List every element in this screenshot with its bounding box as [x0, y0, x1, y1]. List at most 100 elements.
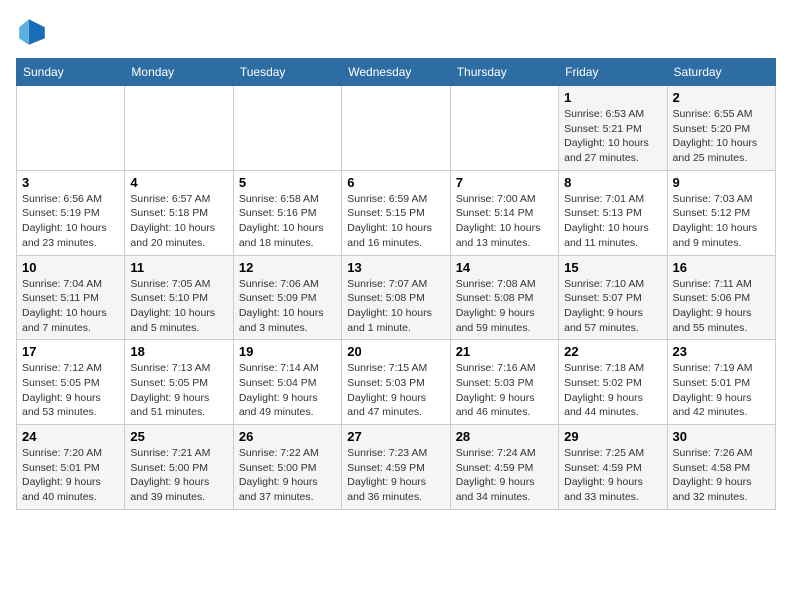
calendar-cell [125, 86, 233, 171]
day-number: 6 [347, 175, 444, 190]
weekday-header-monday: Monday [125, 59, 233, 86]
day-info: Sunrise: 6:55 AM Sunset: 5:20 PM Dayligh… [673, 107, 770, 166]
calendar-week-2: 10 Sunrise: 7:04 AM Sunset: 5:11 PM Dayli… [17, 255, 776, 340]
day-info: Sunrise: 6:58 AM Sunset: 5:16 PM Dayligh… [239, 192, 336, 251]
calendar-header: SundayMondayTuesdayWednesdayThursdayFrid… [17, 59, 776, 86]
day-number: 7 [456, 175, 553, 190]
day-number: 10 [22, 260, 119, 275]
day-number: 25 [130, 429, 227, 444]
calendar-cell: 9 Sunrise: 7:03 AM Sunset: 5:12 PM Daylig… [667, 170, 775, 255]
day-info: Sunrise: 7:05 AM Sunset: 5:10 PM Dayligh… [130, 277, 227, 336]
weekday-header-saturday: Saturday [667, 59, 775, 86]
weekday-header-thursday: Thursday [450, 59, 558, 86]
day-info: Sunrise: 7:06 AM Sunset: 5:09 PM Dayligh… [239, 277, 336, 336]
day-info: Sunrise: 7:03 AM Sunset: 5:12 PM Dayligh… [673, 192, 770, 251]
weekday-header-sunday: Sunday [17, 59, 125, 86]
calendar-cell: 3 Sunrise: 6:56 AM Sunset: 5:19 PM Daylig… [17, 170, 125, 255]
calendar-cell: 13 Sunrise: 7:07 AM Sunset: 5:08 PM Dayli… [342, 255, 450, 340]
day-number: 28 [456, 429, 553, 444]
day-number: 19 [239, 344, 336, 359]
day-number: 17 [22, 344, 119, 359]
day-info: Sunrise: 7:12 AM Sunset: 5:05 PM Dayligh… [22, 361, 119, 420]
calendar-cell: 4 Sunrise: 6:57 AM Sunset: 5:18 PM Daylig… [125, 170, 233, 255]
calendar-cell: 8Sunrise: 7:01 AM Sunset: 5:13 PM Daylig… [559, 170, 667, 255]
calendar-cell: 26 Sunrise: 7:22 AM Sunset: 5:00 PM Dayli… [233, 425, 341, 510]
day-number: 8 [564, 175, 661, 190]
calendar-cell: 21 Sunrise: 7:16 AM Sunset: 5:03 PM Dayli… [450, 340, 558, 425]
calendar-cell: 23 Sunrise: 7:19 AM Sunset: 5:01 PM Dayli… [667, 340, 775, 425]
day-number: 13 [347, 260, 444, 275]
calendar-cell: 14Sunrise: 7:08 AM Sunset: 5:08 PM Dayli… [450, 255, 558, 340]
calendar-cell: 28 Sunrise: 7:24 AM Sunset: 4:59 PM Dayli… [450, 425, 558, 510]
day-number: 26 [239, 429, 336, 444]
day-number: 21 [456, 344, 553, 359]
day-number: 18 [130, 344, 227, 359]
day-info: Sunrise: 7:16 AM Sunset: 5:03 PM Dayligh… [456, 361, 553, 420]
day-number: 5 [239, 175, 336, 190]
day-number: 29 [564, 429, 661, 444]
day-number: 27 [347, 429, 444, 444]
calendar-cell: 30 Sunrise: 7:26 AM Sunset: 4:58 PM Dayli… [667, 425, 775, 510]
calendar-cell: 6 Sunrise: 6:59 AM Sunset: 5:15 PM Daylig… [342, 170, 450, 255]
day-number: 24 [22, 429, 119, 444]
day-info: Sunrise: 7:10 AM Sunset: 5:07 PM Dayligh… [564, 277, 661, 336]
weekday-row: SundayMondayTuesdayWednesdayThursdayFrid… [17, 59, 776, 86]
day-number: 22 [564, 344, 661, 359]
day-number: 11 [130, 260, 227, 275]
day-number: 2 [673, 90, 770, 105]
calendar-cell [450, 86, 558, 171]
day-number: 3 [22, 175, 119, 190]
calendar-week-0: 1Sunrise: 6:53 AM Sunset: 5:21 PM Daylig… [17, 86, 776, 171]
day-info: Sunrise: 7:07 AM Sunset: 5:08 PM Dayligh… [347, 277, 444, 336]
day-info: Sunrise: 7:08 AM Sunset: 5:08 PM Dayligh… [456, 277, 553, 336]
day-info: Sunrise: 7:24 AM Sunset: 4:59 PM Dayligh… [456, 446, 553, 505]
calendar-cell: 18 Sunrise: 7:13 AM Sunset: 5:05 PM Dayli… [125, 340, 233, 425]
day-info: Sunrise: 7:22 AM Sunset: 5:00 PM Dayligh… [239, 446, 336, 505]
calendar-cell: 16Sunrise: 7:11 AM Sunset: 5:06 PM Dayli… [667, 255, 775, 340]
day-info: Sunrise: 7:19 AM Sunset: 5:01 PM Dayligh… [673, 361, 770, 420]
calendar-cell: 29 Sunrise: 7:25 AM Sunset: 4:59 PM Dayli… [559, 425, 667, 510]
day-number: 9 [673, 175, 770, 190]
weekday-header-tuesday: Tuesday [233, 59, 341, 86]
calendar-week-4: 24 Sunrise: 7:20 AM Sunset: 5:01 PM Dayli… [17, 425, 776, 510]
day-number: 23 [673, 344, 770, 359]
calendar-cell: 19 Sunrise: 7:14 AM Sunset: 5:04 PM Dayli… [233, 340, 341, 425]
day-info: Sunrise: 7:26 AM Sunset: 4:58 PM Dayligh… [673, 446, 770, 505]
calendar-cell: 7 Sunrise: 7:00 AM Sunset: 5:14 PM Daylig… [450, 170, 558, 255]
day-info: Sunrise: 6:57 AM Sunset: 5:18 PM Dayligh… [130, 192, 227, 251]
calendar-cell: 27 Sunrise: 7:23 AM Sunset: 4:59 PM Dayli… [342, 425, 450, 510]
calendar-cell: 12 Sunrise: 7:06 AM Sunset: 5:09 PM Dayli… [233, 255, 341, 340]
weekday-header-friday: Friday [559, 59, 667, 86]
calendar-cell: 2 Sunrise: 6:55 AM Sunset: 5:20 PM Daylig… [667, 86, 775, 171]
calendar-cell: 17 Sunrise: 7:12 AM Sunset: 5:05 PM Dayli… [17, 340, 125, 425]
day-info: Sunrise: 7:25 AM Sunset: 4:59 PM Dayligh… [564, 446, 661, 505]
day-number: 12 [239, 260, 336, 275]
calendar-cell: 5 Sunrise: 6:58 AM Sunset: 5:16 PM Daylig… [233, 170, 341, 255]
day-info: Sunrise: 7:18 AM Sunset: 5:02 PM Dayligh… [564, 361, 661, 420]
calendar-cell: 22 Sunrise: 7:18 AM Sunset: 5:02 PM Dayli… [559, 340, 667, 425]
calendar-cell: 20 Sunrise: 7:15 AM Sunset: 5:03 PM Dayli… [342, 340, 450, 425]
day-number: 16 [673, 260, 770, 275]
day-info: Sunrise: 6:56 AM Sunset: 5:19 PM Dayligh… [22, 192, 119, 251]
day-info: Sunrise: 7:20 AM Sunset: 5:01 PM Dayligh… [22, 446, 119, 505]
day-info: Sunrise: 7:04 AM Sunset: 5:11 PM Dayligh… [22, 277, 119, 336]
logo-icon [16, 16, 48, 48]
day-info: Sunrise: 6:59 AM Sunset: 5:15 PM Dayligh… [347, 192, 444, 251]
calendar-body: 1Sunrise: 6:53 AM Sunset: 5:21 PM Daylig… [17, 86, 776, 510]
day-number: 20 [347, 344, 444, 359]
day-number: 1 [564, 90, 661, 105]
calendar-week-1: 3 Sunrise: 6:56 AM Sunset: 5:19 PM Daylig… [17, 170, 776, 255]
weekday-header-wednesday: Wednesday [342, 59, 450, 86]
day-number: 4 [130, 175, 227, 190]
day-info: Sunrise: 7:14 AM Sunset: 5:04 PM Dayligh… [239, 361, 336, 420]
calendar-cell [233, 86, 341, 171]
calendar-cell: 25 Sunrise: 7:21 AM Sunset: 5:00 PM Dayli… [125, 425, 233, 510]
day-info: Sunrise: 7:23 AM Sunset: 4:59 PM Dayligh… [347, 446, 444, 505]
day-info: Sunrise: 7:15 AM Sunset: 5:03 PM Dayligh… [347, 361, 444, 420]
calendar-cell [342, 86, 450, 171]
day-info: Sunrise: 7:13 AM Sunset: 5:05 PM Dayligh… [130, 361, 227, 420]
day-info: Sunrise: 7:00 AM Sunset: 5:14 PM Dayligh… [456, 192, 553, 251]
day-number: 15 [564, 260, 661, 275]
day-number: 30 [673, 429, 770, 444]
day-info: Sunrise: 7:21 AM Sunset: 5:00 PM Dayligh… [130, 446, 227, 505]
